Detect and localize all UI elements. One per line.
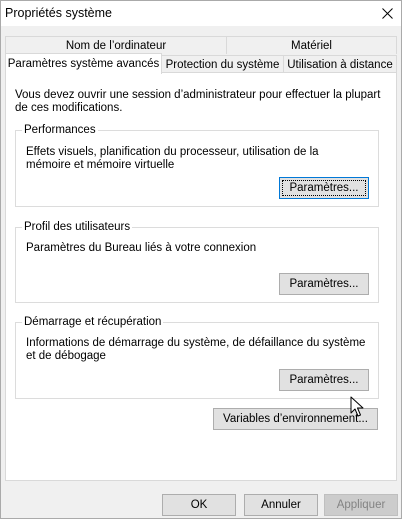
tab-nom-ordinateur[interactable]: Nom de l’ordinateur <box>5 36 227 54</box>
demarrage-description: Informations de démarrage du système, de… <box>26 337 366 362</box>
profil-description: Paramètres du Bureau liés à votre connex… <box>26 242 257 254</box>
tab-protection-systeme[interactable]: Protection du système <box>161 55 284 73</box>
admin-notice: Vous devez ouvrir une session d’administ… <box>15 89 381 114</box>
cancel-button[interactable]: Annuler <box>244 494 318 516</box>
ok-button[interactable]: OK <box>162 494 236 516</box>
profil-settings-button[interactable]: Paramètres... <box>279 273 369 295</box>
system-properties-window: Propriétés système Nom de l’ordinateur M… <box>0 0 402 519</box>
performances-title: Performances <box>22 123 98 137</box>
close-button[interactable] <box>375 2 399 24</box>
tab-utilisation-distance[interactable]: Utilisation à distance <box>283 55 397 73</box>
title-bar[interactable]: Propriétés système <box>1 1 401 26</box>
tab-materiel[interactable]: Matériel <box>226 36 397 54</box>
demarrage-group: Démarrage et récupération Informations d… <box>15 315 379 399</box>
tab-parametres-avances[interactable]: Paramètres système avancés <box>5 53 162 74</box>
performances-group: Performances Effets visuels, planificati… <box>15 123 379 207</box>
performances-settings-button[interactable]: Paramètres... <box>279 177 369 199</box>
apply-button[interactable]: Appliquer <box>324 494 398 516</box>
window-title: Propriétés système <box>5 6 112 20</box>
demarrage-title: Démarrage et récupération <box>22 315 164 329</box>
performances-description: Effets visuels, planification du process… <box>26 146 319 171</box>
close-icon <box>381 7 393 19</box>
demarrage-settings-button[interactable]: Paramètres... <box>279 369 369 391</box>
profil-title: Profil des utilisateurs <box>22 220 133 234</box>
profil-group: Profil des utilisateurs Paramètres du Bu… <box>15 220 379 303</box>
mouse-pointer-icon <box>350 396 364 417</box>
